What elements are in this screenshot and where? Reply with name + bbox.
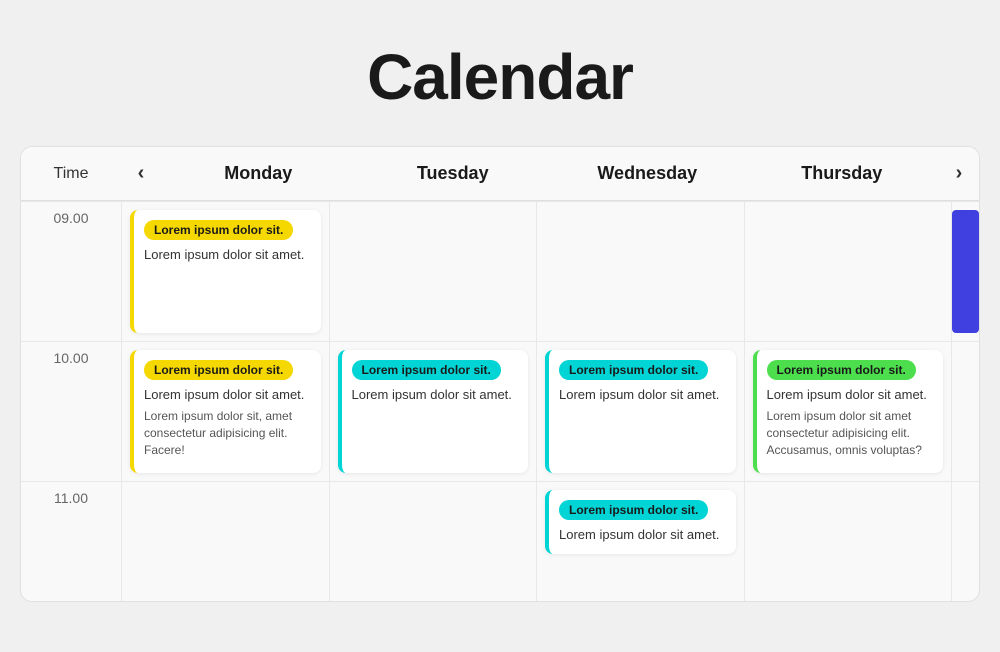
calendar: Time ‹ Monday Tuesday Wednesday Thursday… — [20, 146, 980, 602]
calendar-header: Time ‹ Monday Tuesday Wednesday Thursday… — [21, 147, 979, 201]
monday-09-event[interactable]: Lorem ipsum dolor sit. Lorem ipsum dolor… — [130, 210, 321, 333]
next-nav-button[interactable]: › — [939, 162, 979, 185]
prev-nav-button[interactable]: ‹ — [121, 162, 161, 185]
monday-10-cell: Lorem ipsum dolor sit. Lorem ipsum dolor… — [122, 341, 329, 481]
friday-10-partial-cell — [952, 341, 979, 481]
partial-friday-column — [951, 201, 979, 601]
thursday-10-event[interactable]: Lorem ipsum dolor sit. Lorem ipsum dolor… — [753, 350, 944, 473]
time-slot-09: 09.00 — [21, 201, 121, 341]
tuesday-10-event[interactable]: Lorem ipsum dolor sit. Lorem ipsum dolor… — [338, 350, 529, 473]
friday-09-partial-cell — [952, 201, 979, 341]
monday-10-event[interactable]: Lorem ipsum dolor sit. Lorem ipsum dolor… — [130, 350, 321, 473]
wednesday-10-badge: Lorem ipsum dolor sit. — [559, 360, 708, 380]
friday-09-partial-event — [952, 210, 979, 333]
wednesday-10-text: Lorem ipsum dolor sit amet. — [559, 386, 726, 404]
wednesday-11-event[interactable]: Lorem ipsum dolor sit. Lorem ipsum dolor… — [545, 490, 736, 554]
tuesday-10-badge: Lorem ipsum dolor sit. — [352, 360, 501, 380]
wednesday-11-badge: Lorem ipsum dolor sit. — [559, 500, 708, 520]
monday-10-badge: Lorem ipsum dolor sit. — [144, 360, 293, 380]
wednesday-10-cell: Lorem ipsum dolor sit. Lorem ipsum dolor… — [537, 341, 744, 481]
day-column-wednesday: Lorem ipsum dolor sit. Lorem ipsum dolor… — [536, 201, 744, 601]
monday-09-cell: Lorem ipsum dolor sit. Lorem ipsum dolor… — [122, 201, 329, 341]
tuesday-10-text: Lorem ipsum dolor sit amet. — [352, 386, 519, 404]
time-slot-11: 11.00 — [21, 481, 121, 601]
tuesday-10-cell: Lorem ipsum dolor sit. Lorem ipsum dolor… — [330, 341, 537, 481]
monday-10-text: Lorem ipsum dolor sit amet. — [144, 386, 311, 404]
thursday-09-cell — [745, 201, 952, 341]
monday-09-text: Lorem ipsum dolor sit amet. — [144, 246, 311, 264]
friday-11-partial-cell — [952, 481, 979, 601]
day-column-thursday: Lorem ipsum dolor sit. Lorem ipsum dolor… — [744, 201, 952, 601]
wednesday-11-cell: Lorem ipsum dolor sit. Lorem ipsum dolor… — [537, 481, 744, 601]
day-column-tuesday: Lorem ipsum dolor sit. Lorem ipsum dolor… — [329, 201, 537, 601]
time-column: 09.00 10.00 11.00 — [21, 201, 121, 601]
page-container: Calendar Time ‹ Monday Tuesday Wednesday… — [0, 0, 1000, 652]
day-header-monday: Monday — [161, 159, 356, 188]
day-header-thursday: Thursday — [745, 159, 940, 188]
thursday-11-cell — [745, 481, 952, 601]
wednesday-10-event[interactable]: Lorem ipsum dolor sit. Lorem ipsum dolor… — [545, 350, 736, 473]
monday-09-badge: Lorem ipsum dolor sit. — [144, 220, 293, 240]
page-title: Calendar — [367, 40, 633, 114]
time-header-label: Time — [21, 165, 121, 183]
monday-10-subtext: Lorem ipsum dolor sit, amet consectetur … — [144, 408, 311, 458]
thursday-10-text: Lorem ipsum dolor sit amet. — [767, 386, 934, 404]
wednesday-09-cell — [537, 201, 744, 341]
day-header-wednesday: Wednesday — [550, 159, 745, 188]
thursday-10-badge: Lorem ipsum dolor sit. — [767, 360, 916, 380]
thursday-10-cell: Lorem ipsum dolor sit. Lorem ipsum dolor… — [745, 341, 952, 481]
wednesday-11-text: Lorem ipsum dolor sit amet. — [559, 526, 726, 544]
tuesday-09-cell — [330, 201, 537, 341]
tuesday-11-cell — [330, 481, 537, 601]
day-header-tuesday: Tuesday — [356, 159, 551, 188]
day-column-monday: Lorem ipsum dolor sit. Lorem ipsum dolor… — [121, 201, 329, 601]
thursday-10-subtext: Lorem ipsum dolor sit amet consectetur a… — [767, 408, 934, 458]
time-slot-10: 10.00 — [21, 341, 121, 481]
monday-11-cell — [122, 481, 329, 601]
calendar-body: 09.00 10.00 11.00 Lorem ipsum dolor sit.… — [21, 201, 979, 601]
